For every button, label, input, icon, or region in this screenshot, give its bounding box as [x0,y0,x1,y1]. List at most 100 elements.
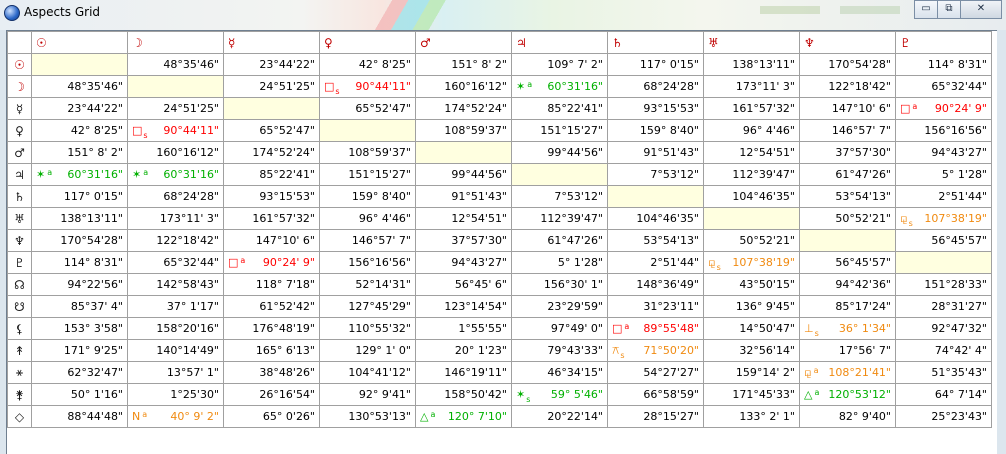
grid-cell-aspect[interactable]: ✶ a 60°31'16" [127,163,224,186]
grid-cell[interactable]: 104°41'12" [319,361,416,384]
grid-cell[interactable]: 146°19'11" [415,361,512,384]
grid-cell[interactable]: 158°50'42" [415,383,512,406]
grid-cell[interactable]: 37°57'30" [799,141,896,164]
grid-cell[interactable]: 117° 0'15" [607,53,704,76]
grid-cell-empty[interactable] [607,185,704,208]
grid-cell[interactable]: 5° 1'28" [895,163,992,186]
grid-cell[interactable]: 37° 1'17" [127,295,224,318]
grid-cell[interactable]: 1°25'30" [127,383,224,406]
grid-cell[interactable]: 1°55'55" [415,317,512,340]
grid-cell[interactable]: 151°28'33" [895,273,992,296]
grid-cell[interactable]: 53°54'13" [799,185,896,208]
grid-cell[interactable]: 65°52'47" [223,119,320,142]
grid-cell[interactable]: 23°44'22" [31,97,128,120]
grid-cell[interactable]: 5° 1'28" [511,251,608,274]
grid-cell[interactable]: 117° 0'15" [31,185,128,208]
grid-cell[interactable]: 165° 6'13" [223,339,320,362]
grid-cell[interactable]: 62°32'47" [31,361,128,384]
row-header[interactable]: ☽ [7,75,32,98]
grid-cell[interactable]: 93°15'53" [607,97,704,120]
grid-cell-aspect[interactable]: ✶s 59° 5'46" [511,383,608,406]
grid-cell[interactable]: 161°57'32" [703,97,800,120]
grid-cell[interactable]: 66°58'59" [607,383,704,406]
window-titlebar[interactable]: Aspects Grid ▭ ⧉ ✕ [0,0,1006,28]
grid-cell-aspect[interactable]: △ a 120°53'12" [799,383,896,406]
grid-cell[interactable]: 127°45'29" [319,295,416,318]
grid-cell[interactable]: 20°22'14" [511,405,608,428]
grid-cell[interactable]: 61°47'26" [799,163,896,186]
grid-cell[interactable]: 148°36'49" [607,273,704,296]
grid-cell[interactable]: 130°53'13" [319,405,416,428]
grid-cell[interactable]: 38°48'26" [223,361,320,384]
grid-cell[interactable]: 7°53'12" [607,163,704,186]
grid-cell[interactable]: 48°35'46" [31,75,128,98]
grid-cell[interactable]: 50°52'21" [799,207,896,230]
grid-cell-empty[interactable] [319,119,416,142]
grid-cell[interactable]: 108°59'37" [319,141,416,164]
grid-cell-aspect[interactable]: ✶ a 60°31'16" [31,163,128,186]
grid-cell-aspect[interactable]: □s 90°44'11" [319,75,416,98]
column-header[interactable]: ☽ [127,31,224,54]
grid-cell[interactable]: 65°32'44" [127,251,224,274]
grid-cell[interactable]: 156°16'56" [895,119,992,142]
grid-cell[interactable]: 129° 1' 0" [319,339,416,362]
grid-cell[interactable]: 151° 8' 2" [415,53,512,76]
row-header[interactable]: ☿ [7,97,32,120]
grid-cell[interactable]: 140°14'49" [127,339,224,362]
grid-cell-empty[interactable] [895,251,992,274]
grid-cell[interactable]: 23°29'59" [511,295,608,318]
grid-cell[interactable]: 50°52'21" [703,229,800,252]
grid-cell[interactable]: 173°11' 3" [127,207,224,230]
grid-cell[interactable]: 12°54'51" [703,141,800,164]
column-header[interactable]: ☿ [223,31,320,54]
column-header[interactable]: ♄ [607,31,704,54]
grid-cell[interactable]: 92°47'32" [895,317,992,340]
grid-cell[interactable]: 61°47'26" [511,229,608,252]
grid-cell[interactable]: 151°15'27" [511,119,608,142]
grid-cell-empty[interactable] [31,53,128,76]
row-header[interactable]: ♃ [7,163,32,186]
column-header[interactable]: ♇ [895,31,992,54]
grid-cell[interactable]: 82° 9'40" [799,405,896,428]
grid-cell[interactable]: 46°34'15" [511,361,608,384]
grid-cell[interactable]: 65°52'47" [319,97,416,120]
grid-cell[interactable]: 64° 7'14" [895,383,992,406]
grid-cell[interactable]: 23°44'22" [223,53,320,76]
grid-cell[interactable]: 85°22'41" [223,163,320,186]
row-header[interactable]: ♀ [7,119,32,142]
grid-cell[interactable]: 48°35'46" [127,53,224,76]
row-header[interactable]: ♇ [7,251,32,274]
grid-cell[interactable]: 26°16'54" [223,383,320,406]
grid-cell[interactable]: 51°35'43" [895,361,992,384]
grid-cell[interactable]: 94°43'27" [415,251,512,274]
row-header[interactable]: ⚹ [7,361,32,384]
grid-cell[interactable]: 37°57'30" [415,229,512,252]
grid-cell-aspect[interactable]: ⊥s 36° 1'34" [799,317,896,340]
grid-cell[interactable]: 85°22'41" [511,97,608,120]
grid-cell[interactable]: 56°45'57" [895,229,992,252]
grid-cell[interactable]: 151°15'27" [319,163,416,186]
grid-cell[interactable]: 91°51'43" [607,141,704,164]
grid-cell[interactable]: 118° 7'18" [223,273,320,296]
grid-cell[interactable]: 171° 9'25" [31,339,128,362]
grid-cell[interactable]: 159° 8'40" [319,185,416,208]
grid-cell[interactable]: 7°53'12" [511,185,608,208]
grid-cell[interactable]: 24°51'25" [127,97,224,120]
row-header[interactable]: ♄ [7,185,32,208]
grid-cell[interactable]: 156°16'56" [319,251,416,274]
row-header[interactable]: ◇ [7,405,32,428]
grid-cell-empty[interactable] [799,229,896,252]
grid-cell-aspect[interactable]: ⚼s 107°38'19" [895,207,992,230]
grid-cell[interactable]: 74°42' 4" [895,339,992,362]
grid-cell[interactable]: 96° 4'46" [703,119,800,142]
grid-cell-empty[interactable] [415,141,512,164]
grid-cell[interactable]: 122°18'42" [799,75,896,98]
grid-cell-aspect[interactable]: ⚻s 71°50'20" [607,339,704,362]
grid-cell[interactable]: 94°22'56" [31,273,128,296]
grid-cell[interactable]: 97°49' 0" [511,317,608,340]
grid-cell[interactable]: 142°58'43" [127,273,224,296]
grid-cell[interactable]: 92° 9'41" [319,383,416,406]
row-header[interactable]: ↟ [7,339,32,362]
grid-cell-aspect[interactable]: △ a 120° 7'10" [415,405,512,428]
grid-cell[interactable]: 114° 8'31" [31,251,128,274]
